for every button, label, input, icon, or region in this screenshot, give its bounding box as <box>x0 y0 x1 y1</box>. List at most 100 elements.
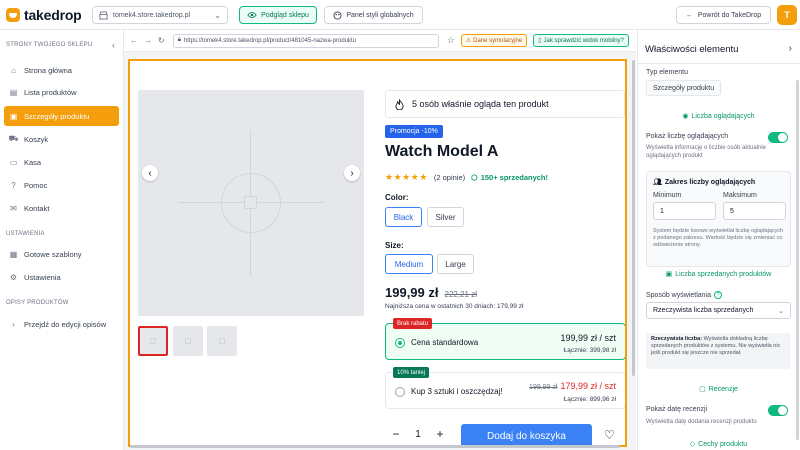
address-bar[interactable]: 🔒︎ https://tomek4.store.takedrop.pl/prod… <box>172 33 439 48</box>
avatar[interactable]: T <box>777 5 797 25</box>
gear-icon: ⚙ <box>9 272 18 282</box>
panel-scrollbar[interactable] <box>796 80 799 440</box>
selected-product-section[interactable]: ‹ › 5 osób właśnie ogląda ten produkt Pr… <box>128 59 627 447</box>
gallery-next-button[interactable]: › <box>344 165 360 181</box>
size-option[interactable]: Large <box>437 254 474 274</box>
thumbnail[interactable] <box>173 326 203 356</box>
tier-radio[interactable] <box>395 387 405 397</box>
sidebar-item-label: Kontakt <box>24 203 50 213</box>
chevron-right-icon[interactable]: › <box>789 43 792 54</box>
sidebar-item-checkout[interactable]: ▭ Kasa <box>4 152 119 172</box>
brand-name: takedrop <box>24 7 82 23</box>
quantity-tier[interactable]: 10% taniej Kup 3 sztuki i oszczędzaj! 19… <box>385 367 625 409</box>
preview-store-button[interactable]: Podgląd sklepu <box>239 6 317 24</box>
store-selector[interactable]: tomek4.store.takedrop.pl ⌄ <box>92 6 228 24</box>
mobile-view-help-badge[interactable]: ▯ Jak sprawdzić widok mobilny? <box>533 34 629 47</box>
global-styles-button[interactable]: Panel styli globalnych <box>324 6 423 24</box>
divider <box>638 63 800 64</box>
help-icon[interactable]: ? <box>713 291 722 299</box>
simulation-data-badge[interactable]: ⚠ Dane symulacyjne <box>460 34 528 47</box>
element-type-value: Szczegóły produktu <box>646 80 722 96</box>
store-icon <box>99 10 108 20</box>
scrollbar-thumb[interactable] <box>130 445 620 448</box>
sidebar-item-product-details[interactable]: ▣ Szczegóły produktu <box>4 106 119 126</box>
promo-badge: Promocja -10% <box>385 125 443 138</box>
star-rating[interactable]: ★★★★★ <box>385 172 428 183</box>
tier-tag: 10% taniej <box>393 367 430 378</box>
max-input[interactable]: 5 <box>723 202 786 220</box>
decrease-quantity-button[interactable]: − <box>385 423 407 445</box>
increase-quantity-button[interactable]: + <box>429 423 451 445</box>
max-label: Maksimum <box>723 192 757 199</box>
show-viewers-description: Wyświetla informację o liczbie osób aktu… <box>646 145 766 159</box>
collapse-sidebar-icon[interactable]: ‹ <box>112 40 115 50</box>
sold-count-text: 150+ sprzedanych! <box>480 173 549 182</box>
scrollbar-thumb[interactable] <box>632 60 635 376</box>
tier-price-row: 199,99 zł 179,99 zł / szt <box>529 381 616 391</box>
bookmark-star-icon[interactable]: ☆ <box>447 35 455 46</box>
canvas-horizontal-scrollbar[interactable] <box>128 444 628 449</box>
box-icon: ▣ <box>665 271 673 278</box>
help-icon: ? <box>11 180 16 190</box>
sidebar-item-templates[interactable]: ▦ Gotowe szablony <box>4 244 119 264</box>
chevron-down-icon: ⌄ <box>778 307 784 315</box>
thumbnail[interactable] <box>207 326 237 356</box>
display-mode-select[interactable]: Rzeczywista liczba sprzedanych ⌄ <box>646 302 791 319</box>
min-input[interactable]: 1 <box>653 202 716 220</box>
quantity-tier[interactable]: Brak rabatu Cena standardowa 199,99 zł /… <box>385 318 625 360</box>
sidebar-item-product-list[interactable]: ▤ Lista produktów <box>4 82 119 102</box>
top-bar: takedrop tomek4.store.takedrop.pl ⌄ Podg… <box>0 0 800 30</box>
show-review-date-label: Pokaż datę recenzji <box>646 406 708 413</box>
refresh-icon[interactable]: ↻ <box>158 36 165 45</box>
features-section-label: Cechy produktu <box>698 440 748 448</box>
store-icon: ⌂ <box>11 65 16 75</box>
element-type-label: Typ elementu <box>646 69 689 76</box>
reviews-section-link[interactable]: ▢ Recenzje <box>646 385 791 394</box>
warning-icon: ⚠ <box>465 38 472 44</box>
sidebar-item-contact[interactable]: ✉ Kontakt <box>4 198 119 218</box>
logo[interactable]: takedrop <box>6 7 82 23</box>
current-price: 199,99 zł <box>385 285 439 300</box>
sidebar-item-help[interactable]: ? Pomoc <box>4 175 119 195</box>
color-option[interactable]: Silver <box>427 207 464 227</box>
show-review-date-toggle[interactable] <box>768 405 788 416</box>
templates-icon: ▦ <box>9 249 18 259</box>
gallery-prev-button[interactable]: ‹ <box>142 165 158 181</box>
viewers-section-link[interactable]: ◉ Liczba oglądających <box>646 112 791 121</box>
show-viewers-toggle[interactable] <box>768 132 788 143</box>
sold-count: ⬡ 150+ sprzedanych! <box>471 173 548 182</box>
quantity-stepper: − 1 + <box>385 423 451 445</box>
users-icon: 👥︎ <box>653 179 662 186</box>
product-image-gallery[interactable] <box>138 90 364 316</box>
thumbnail[interactable] <box>138 326 168 356</box>
quantity-value[interactable]: 1 <box>407 429 429 440</box>
heart-icon[interactable]: ♡ <box>604 428 615 442</box>
sidebar-item-home[interactable]: ⌂ Strona główna <box>4 60 119 80</box>
sold-section-link[interactable]: ▣ Liczba sprzedanych produktów <box>646 270 791 279</box>
browser-toolbar: ← → ↻ 🔒︎ https://tomek4.store.takedrop.p… <box>124 30 636 52</box>
back-arrow-icon[interactable]: ← <box>130 36 138 45</box>
review-count[interactable]: (2 opinie) <box>434 173 465 182</box>
forward-arrow-icon[interactable]: → <box>144 36 152 45</box>
eye-icon: ◉ <box>682 113 689 120</box>
sidebar-item-cart[interactable]: ⛟ Koszyk <box>4 129 119 149</box>
min-label: Minimum <box>653 192 682 199</box>
back-to-takedrop-button[interactable]: ← Powrót do TakeDrop <box>676 6 771 24</box>
viewers-notice: 5 osób właśnie ogląda ten produkt <box>385 90 625 118</box>
canvas-vertical-scrollbar[interactable] <box>631 52 636 450</box>
sidebar-item-label: Strona główna <box>24 65 72 75</box>
color-option[interactable]: Black <box>385 207 422 227</box>
sidebar-item-label: Gotowe szablony <box>24 249 82 259</box>
box-icon: ⬡ <box>471 173 478 182</box>
features-section-link[interactable]: ◇ Cechy produktu <box>646 440 791 449</box>
tier-old-price: 199,99 zł <box>529 384 558 391</box>
palette-icon <box>333 10 342 20</box>
sidebar-item-settings[interactable]: ⚙ Ustawienia <box>4 267 119 287</box>
display-mode-info: Rzeczywista liczba: Wyświetla dokładną l… <box>646 333 791 369</box>
phone-icon: ▯ <box>538 38 542 44</box>
sidebar-item-edit-descriptions[interactable]: › Przejdź do edycji opisów <box>4 314 119 334</box>
tier-radio[interactable] <box>395 338 405 348</box>
chevron-down-icon: ⌄ <box>214 10 221 20</box>
size-option[interactable]: Medium <box>385 254 433 274</box>
sidebar-item-label: Przejdź do edycji opisów <box>24 319 107 329</box>
